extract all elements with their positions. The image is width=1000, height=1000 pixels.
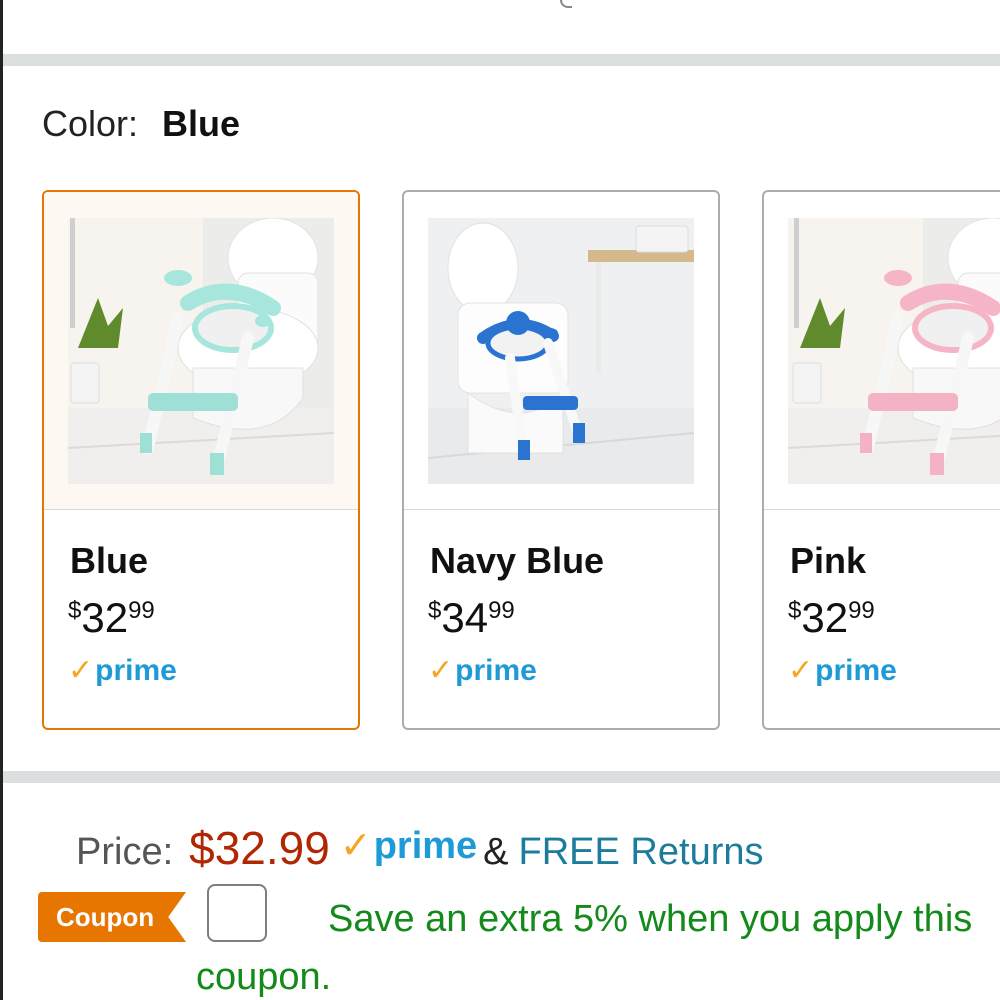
swatch-image-box [44, 192, 358, 510]
product-photo-navy-blue [428, 217, 694, 484]
selected-color-value: Blue [162, 103, 241, 144]
color-label: Color: [42, 103, 139, 144]
section-divider [3, 54, 1000, 66]
section-divider [3, 771, 1000, 783]
price-row: Price: $32.99 ✓ prime & FREE Returns [76, 822, 764, 878]
price-value: $32.99 [189, 822, 330, 874]
color-swatch-carousel[interactable]: Blue $3299 ✓ prime Navy Blue $3499 ✓ pri… [42, 190, 1000, 732]
swatch-name: Blue [70, 540, 149, 581]
coupon-description: Save an extra 5% when you apply this cou… [196, 898, 973, 998]
prime-badge: ✓ prime [788, 654, 897, 687]
prime-badge: ✓ prime [428, 654, 537, 687]
swatch-price: $3299 [788, 594, 875, 641]
product-photo-blue [68, 217, 334, 484]
coupon-badge: Coupon [38, 892, 186, 942]
cut-off-element [560, 0, 572, 8]
swatch-name: Pink [790, 540, 867, 581]
prime-check-icon: ✓ [428, 654, 454, 687]
swatch-card-blue[interactable]: Blue $3299 ✓ prime [42, 190, 360, 730]
prime-check-icon: ✓ [339, 825, 372, 867]
swatch-price: $3499 [428, 594, 515, 641]
price-label: Price: [76, 831, 174, 873]
prime-check-icon: ✓ [788, 654, 814, 687]
prime-badge: ✓ prime [339, 825, 478, 867]
product-photo-pink [788, 217, 1000, 484]
ampersand: & [483, 831, 509, 873]
swatch-image-box [404, 192, 718, 510]
window-edge [0, 0, 3, 1000]
swatch-price: $3299 [68, 594, 155, 641]
swatch-card-pink[interactable]: Pink $3299 ✓ prime [762, 190, 1000, 730]
color-selector-header: Color: Blue [42, 102, 240, 146]
swatch-card-navy-blue[interactable]: Navy Blue $3499 ✓ prime [402, 190, 720, 730]
free-returns-link[interactable]: FREE Returns [519, 831, 764, 873]
prime-check-icon: ✓ [68, 654, 94, 687]
swatch-image-box [764, 192, 1000, 510]
coupon-checkbox[interactable] [207, 884, 267, 942]
swatch-name: Navy Blue [430, 540, 605, 581]
prime-badge: ✓ prime [68, 654, 177, 687]
